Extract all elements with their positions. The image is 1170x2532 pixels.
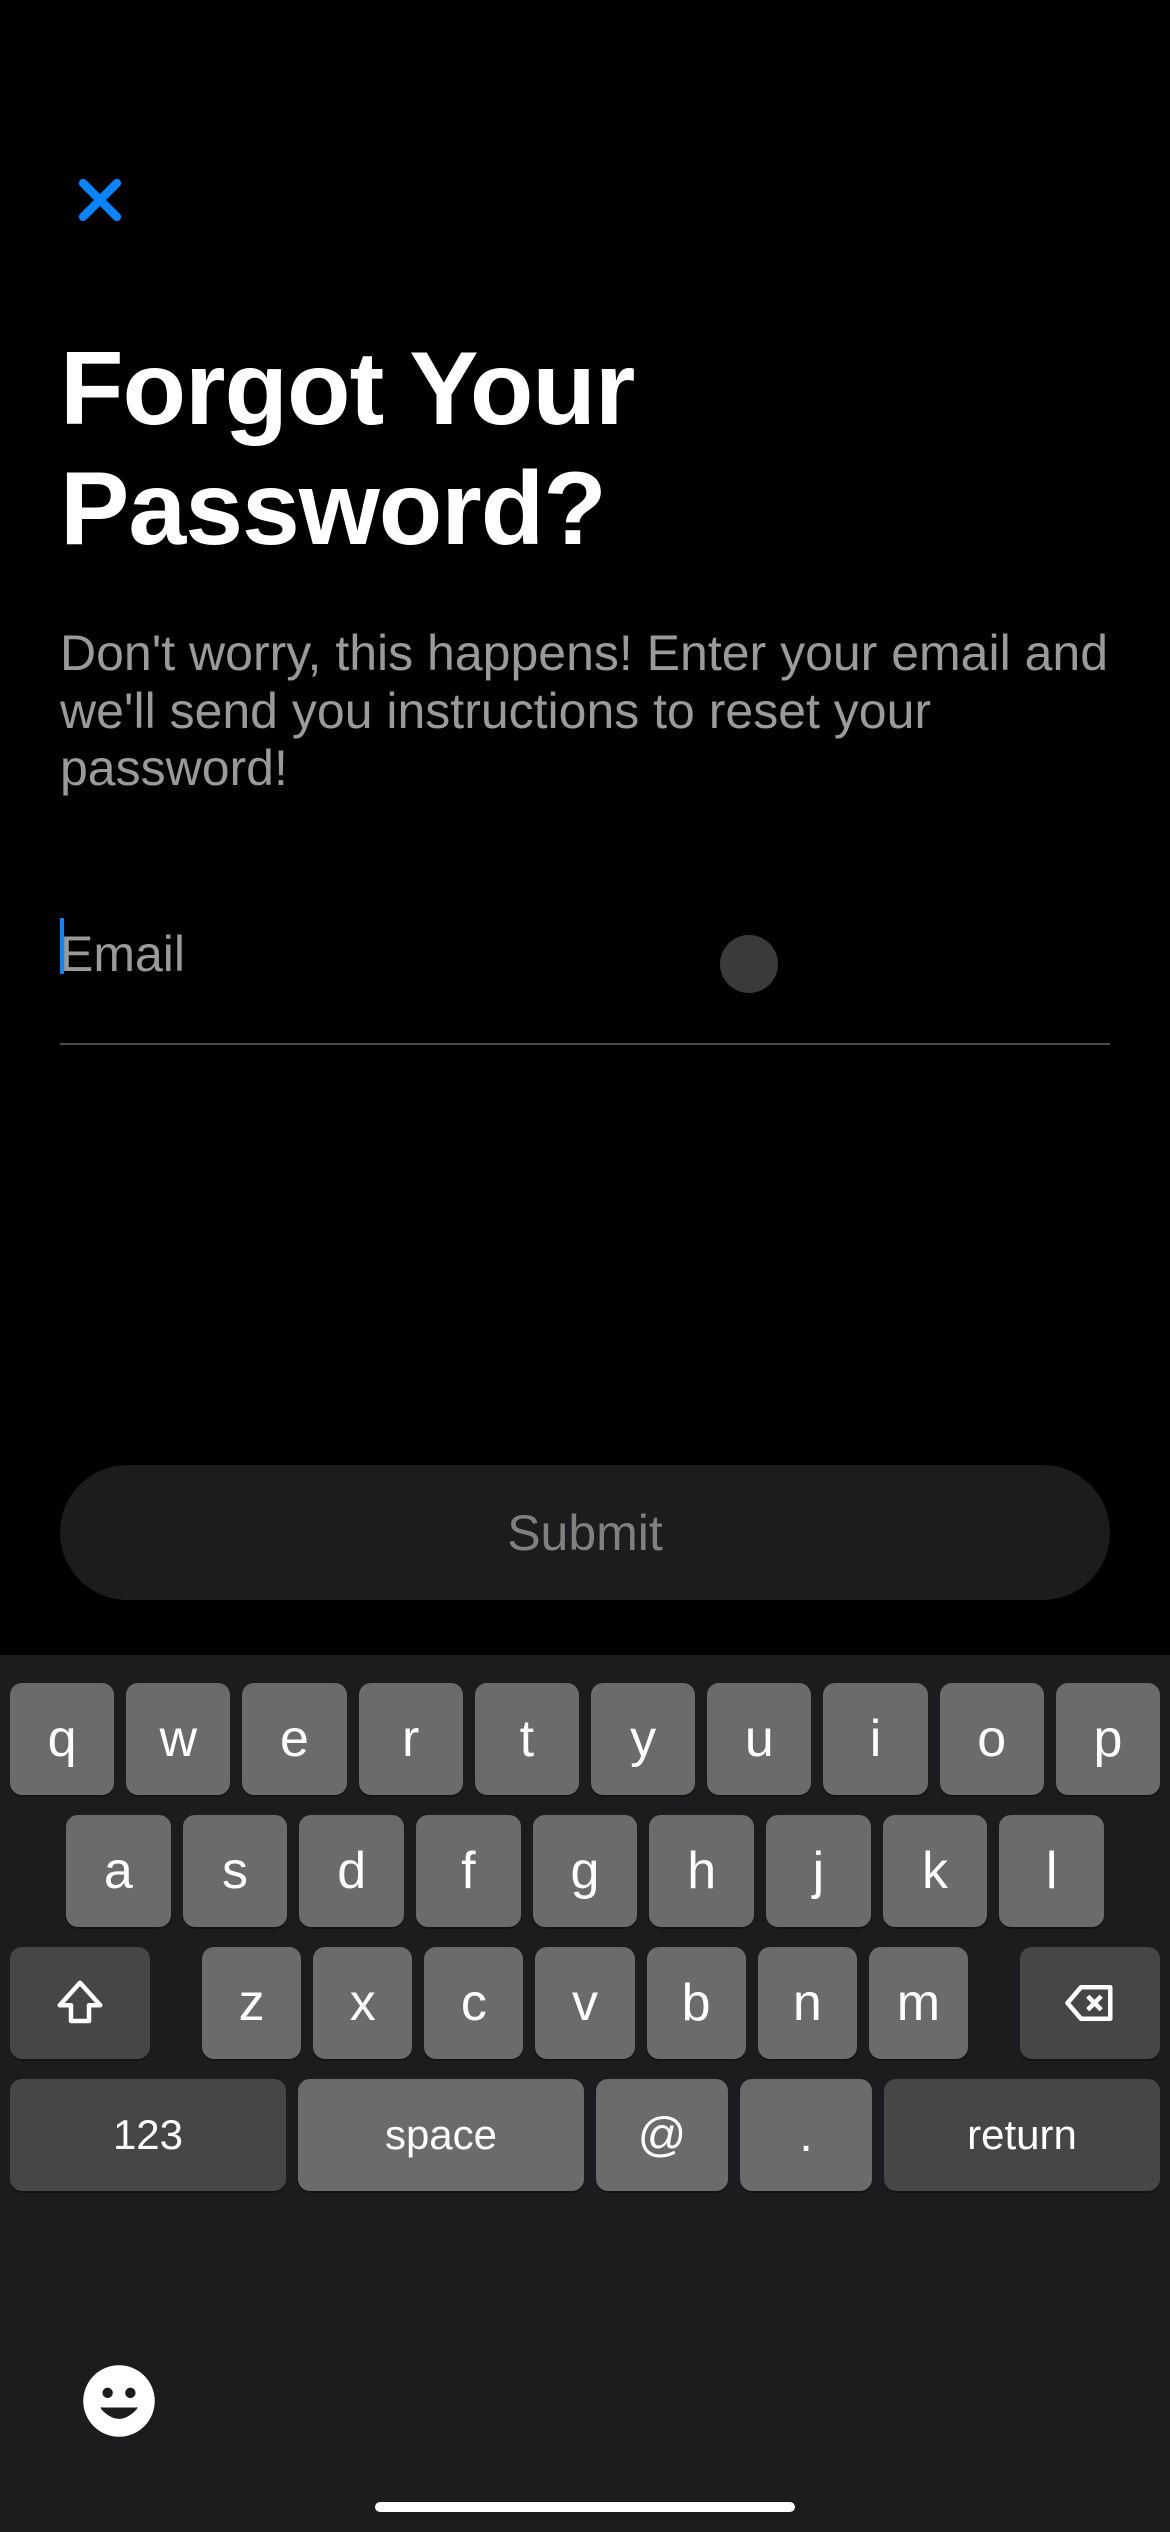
key-k[interactable]: k — [883, 1815, 988, 1927]
key-l[interactable]: l — [999, 1815, 1104, 1927]
close-button[interactable] — [60, 160, 140, 240]
key-c[interactable]: c — [424, 1947, 523, 2059]
key-h[interactable]: h — [649, 1815, 754, 1927]
key-o[interactable]: o — [940, 1683, 1044, 1795]
emoji-icon — [80, 2362, 158, 2440]
key-u[interactable]: u — [707, 1683, 811, 1795]
key-m[interactable]: m — [869, 1947, 968, 2059]
key-return[interactable]: return — [884, 2079, 1160, 2191]
keyboard-row-4: 123 space @ . return — [0, 2079, 1170, 2191]
key-a[interactable]: a — [66, 1815, 171, 1927]
key-f[interactable]: f — [416, 1815, 521, 1927]
key-t[interactable]: t — [475, 1683, 579, 1795]
key-z[interactable]: z — [202, 1947, 301, 2059]
email-field-wrapper — [60, 900, 1110, 1045]
keyboard-row-2: a s d f g h j k l — [0, 1815, 1170, 1927]
emoji-button[interactable] — [80, 2362, 160, 2442]
key-p[interactable]: p — [1056, 1683, 1160, 1795]
keyboard-row-1: q w e r t y u i o p — [0, 1683, 1170, 1795]
key-x[interactable]: x — [313, 1947, 412, 2059]
key-q[interactable]: q — [10, 1683, 114, 1795]
key-at[interactable]: @ — [596, 2079, 728, 2191]
key-v[interactable]: v — [535, 1947, 634, 2059]
key-shift[interactable] — [10, 1947, 150, 2059]
key-e[interactable]: e — [242, 1683, 346, 1795]
key-j[interactable]: j — [766, 1815, 871, 1927]
shift-icon — [53, 1976, 107, 2030]
key-d[interactable]: d — [299, 1815, 404, 1927]
key-r[interactable]: r — [359, 1683, 463, 1795]
key-w[interactable]: w — [126, 1683, 230, 1795]
key-i[interactable]: i — [823, 1683, 927, 1795]
backspace-icon — [1063, 1976, 1117, 2030]
key-n[interactable]: n — [758, 1947, 857, 2059]
text-cursor — [60, 918, 64, 974]
cursor-handle[interactable] — [720, 935, 778, 993]
key-b[interactable]: b — [647, 1947, 746, 2059]
key-space[interactable]: space — [298, 2079, 584, 2191]
keyboard: q w e r t y u i o p a s d f g h j k l z … — [0, 1655, 1170, 2532]
key-y[interactable]: y — [591, 1683, 695, 1795]
page-subtitle: Don't worry, this happens! Enter your em… — [60, 625, 1110, 798]
page-title: Forgot Your Password? — [60, 330, 1110, 569]
key-delete[interactable] — [1020, 1947, 1160, 2059]
close-icon — [71, 171, 129, 229]
key-g[interactable]: g — [533, 1815, 638, 1927]
key-dot[interactable]: . — [740, 2079, 872, 2191]
home-indicator[interactable] — [375, 2502, 795, 2512]
email-field[interactable] — [60, 900, 1110, 1045]
submit-button[interactable]: Submit — [60, 1465, 1110, 1600]
keyboard-row-3: z x c v b n m — [0, 1947, 1170, 2059]
key-s[interactable]: s — [183, 1815, 288, 1927]
key-numeric[interactable]: 123 — [10, 2079, 286, 2191]
